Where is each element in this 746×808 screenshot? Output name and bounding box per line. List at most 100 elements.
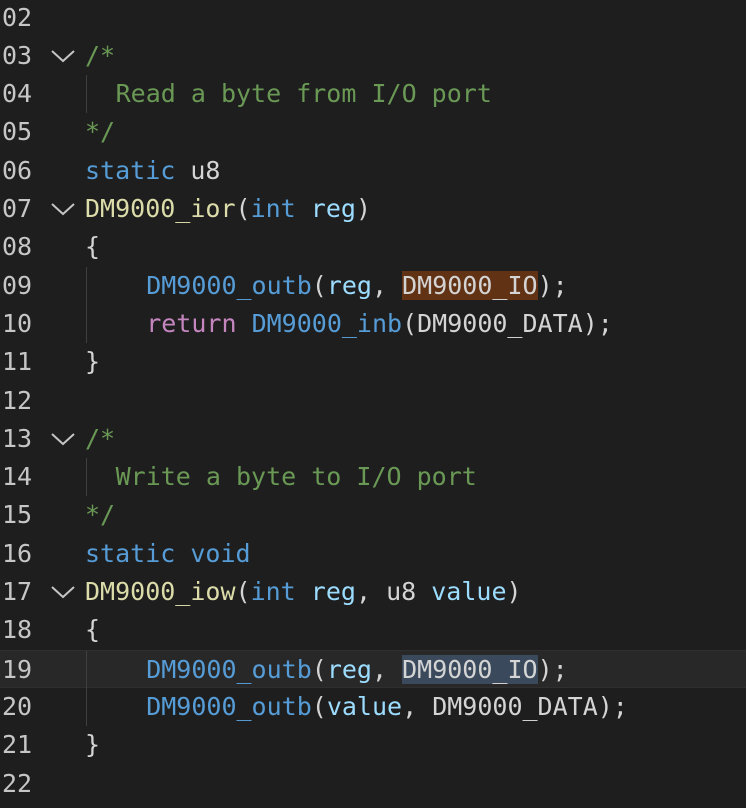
code-token: /* — [85, 40, 116, 70]
code-token: */ — [85, 500, 116, 530]
code-token: ); — [537, 654, 568, 684]
code-token: } — [85, 730, 101, 760]
code-token: reg — [326, 654, 372, 684]
code-token: , — [355, 577, 387, 606]
code-token: ) — [506, 577, 522, 606]
code-line[interactable]: 05 */ — [0, 113, 746, 151]
line-number: 22 — [2, 768, 33, 798]
chevron-down-icon[interactable] — [48, 190, 78, 228]
code-token: ( — [311, 654, 327, 684]
code-token: reg — [310, 577, 356, 606]
line-number: 04 — [2, 79, 33, 109]
code-line[interactable]: 04 Read a byte from I/O port — [0, 75, 746, 114]
code-line[interactable]: 10 return DM9000_inb(DM9000_DATA); — [0, 304, 746, 344]
code-line[interactable]: 22 — [0, 765, 746, 803]
code-token: u8 — [190, 155, 221, 185]
code-editor[interactable]: 02 03 /* 04 Read a byte from I/O port 05 */ 06 s… — [0, 0, 746, 808]
line-number: 20 — [2, 691, 33, 721]
code-token: */ — [85, 117, 116, 147]
code-text: Write a byte to I/O port — [116, 458, 477, 496]
line-number: 15 — [2, 500, 33, 530]
code-token: /* — [85, 423, 116, 453]
line-number: 10 — [2, 308, 33, 338]
code-text: DM9000_outb(value, DM9000_DATA); — [146, 688, 628, 726]
code-text: /* — [85, 420, 115, 458]
line-number: 07 — [2, 194, 33, 223]
code-text: } — [85, 343, 100, 381]
line-number: 16 — [2, 538, 33, 568]
code-token: ); — [537, 270, 568, 300]
code-token: DM9000_outb — [146, 654, 312, 684]
code-line[interactable]: 20 DM9000_outb(value, DM9000_DATA); — [0, 687, 746, 727]
code-token: ( — [235, 194, 251, 223]
code-text: return DM9000_inb(DM9000_DATA); — [146, 305, 613, 343]
code-token: { — [85, 232, 101, 262]
code-token: ( — [235, 577, 251, 606]
code-line[interactable]: 12 — [0, 382, 746, 420]
code-text: */ — [85, 113, 115, 151]
code-token: DM9000_outb — [146, 270, 312, 300]
chevron-down-icon[interactable] — [48, 573, 78, 611]
code-line[interactable]: 06 static u8 — [0, 152, 746, 190]
code-line[interactable]: 13 /* — [0, 420, 746, 458]
chevron-down-icon[interactable] — [48, 37, 78, 75]
code-line[interactable]: 03 /* — [0, 37, 746, 75]
code-text: */ — [85, 496, 115, 534]
code-token: ( — [311, 691, 327, 721]
indent-guide — [86, 687, 87, 727]
code-text: DM9000_outb(reg, DM9000_IO); — [146, 267, 568, 305]
code-line[interactable]: 07 DM9000_ior(int reg) — [0, 190, 746, 228]
code-text: static void — [85, 535, 251, 573]
code-line[interactable]: 19 DM9000_outb(reg, DM9000_IO); — [0, 649, 746, 689]
code-token: return — [146, 308, 237, 338]
code-line[interactable]: 16 static void — [0, 535, 746, 573]
code-text: { — [85, 228, 100, 266]
code-token: ) — [355, 194, 372, 223]
line-number: 14 — [2, 462, 33, 492]
code-line[interactable]: 02 — [0, 0, 746, 37]
code-line[interactable]: 21} — [0, 726, 746, 764]
code-token: void — [190, 538, 251, 568]
code-token: u8 — [386, 577, 417, 606]
code-line[interactable]: 08 { — [0, 228, 746, 266]
code-line[interactable]: 11} — [0, 343, 746, 381]
line-number: 18 — [2, 615, 33, 645]
highlighted-token: DM9000_IO — [402, 270, 538, 300]
code-token: , — [371, 270, 403, 300]
code-token: int — [250, 194, 296, 223]
line-number: 08 — [2, 232, 33, 262]
code-token: ( — [311, 270, 327, 300]
code-line[interactable]: 18 { — [0, 611, 746, 649]
line-number: 03 — [2, 40, 33, 70]
line-number: 17 — [2, 577, 33, 606]
code-line[interactable]: 15 */ — [0, 496, 746, 534]
indent-guide — [86, 266, 87, 305]
code-token: DM9000_inb — [251, 308, 403, 338]
code-token: Read a byte from I/O port — [115, 79, 492, 109]
line-number: 02 — [2, 2, 33, 32]
code-token: static — [85, 155, 176, 185]
code-text: } — [85, 726, 100, 764]
code-token: Write a byte to I/O port — [115, 462, 477, 492]
code-text: static u8 — [85, 152, 220, 190]
code-line[interactable]: 17 DM9000_iow(int reg, u8 value) — [0, 573, 746, 611]
line-number: 05 — [2, 117, 33, 147]
code-text: /* — [85, 37, 115, 75]
indent-guide — [86, 304, 87, 344]
line-number: 12 — [2, 385, 33, 415]
indent-guide — [86, 650, 87, 689]
code-line[interactable]: 14 Write a byte to I/O port — [0, 458, 746, 497]
chevron-down-icon[interactable] — [48, 420, 78, 458]
code-token: } — [85, 347, 101, 377]
code-line[interactable]: 09 DM9000_outb(reg, DM9000_IO); — [0, 266, 746, 305]
line-number: 13 — [2, 423, 33, 453]
code-token: static — [85, 538, 176, 568]
code-text: DM9000_iow(int reg, u8 value) — [85, 573, 522, 611]
code-token: value — [431, 577, 507, 606]
